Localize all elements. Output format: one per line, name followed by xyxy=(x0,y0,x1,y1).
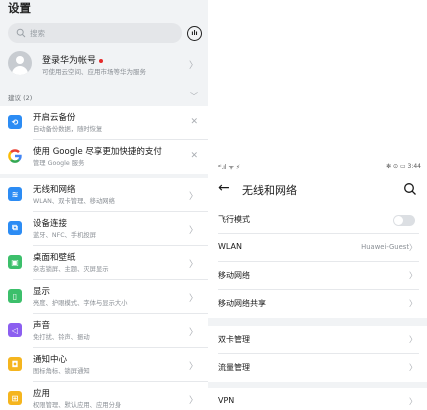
row-label: VPN xyxy=(218,396,235,405)
account-subtitle: 可使用云空间、应用市场等华为服务 xyxy=(42,68,146,76)
chevron-right-icon: 〉 xyxy=(188,362,198,372)
section-divider xyxy=(208,318,427,326)
signal-status: ᵃˡ.ıl ᯤ ⚡ xyxy=(218,164,241,171)
chevron-right-icon: 〉 xyxy=(409,271,417,280)
settings-item-subtitle: 权限管理、默认应用、应用分身 xyxy=(33,402,122,409)
settings-item-device-connect[interactable]: ⧉ 设备连接 蓝牙、NFC、手机投屏 〉 xyxy=(0,212,208,246)
suggestion-google[interactable]: 使用 Google 尽享更加快捷的支付 管理 Google 服务 ✕ xyxy=(0,140,208,174)
back-arrow-icon[interactable]: ← xyxy=(218,180,230,196)
settings-item-wallpaper[interactable]: ▣ 桌面和壁纸 杂志锁屏、主题、灭屏显示 〉 xyxy=(0,246,208,280)
cloud-backup-icon: ⟲ xyxy=(8,115,22,129)
chevron-right-icon: 〉 xyxy=(188,260,198,270)
wlan-network-name: Huawei-Guest xyxy=(361,243,409,251)
apps-icon: ⊞ xyxy=(8,391,22,405)
row-label: 流量管理 xyxy=(218,363,250,372)
settings-item-subtitle: 蓝牙、NFC、手机投屏 xyxy=(33,232,97,239)
suggestion-title: 开启云备份 xyxy=(33,113,76,123)
row-label: 移动网络 xyxy=(218,271,250,280)
vpn-row[interactable]: VPN 〉 xyxy=(208,388,427,410)
voice-assistant-icon[interactable]: ılı xyxy=(187,26,202,41)
suggestion-title: 使用 Google 尽享更加快捷的支付 xyxy=(33,147,162,157)
suggestions-label: 建议 (2) xyxy=(8,94,33,102)
account-login-row[interactable]: 登录华为帐号 可使用云空间、应用市场等华为服务 〉 xyxy=(0,47,208,83)
settings-item-title: 应用 xyxy=(33,389,51,399)
search-icon[interactable] xyxy=(403,182,417,196)
settings-item-title: 设备连接 xyxy=(33,219,68,229)
mobile-network-row[interactable]: 移动网络 〉 xyxy=(208,262,427,290)
settings-item-title: 通知中心 xyxy=(33,355,68,365)
chevron-right-icon: 〉 xyxy=(188,61,198,71)
device-connect-icon: ⧉ xyxy=(8,221,22,235)
wifi-icon: ≋ xyxy=(8,187,22,201)
suggestion-subtitle: 自动备份数据，随时恢复 xyxy=(33,126,103,133)
suggestions-card: ⟲ 开启云备份 自动备份数据，随时恢复 ✕ 使用 Google 尽享更加快捷的支… xyxy=(0,106,208,174)
page-title: 无线和网络 xyxy=(242,184,297,197)
chevron-right-icon: 〉 xyxy=(409,335,417,344)
account-title: 登录华为帐号 xyxy=(42,56,97,66)
search-icon xyxy=(16,28,26,38)
settings-item-subtitle: 亮度、护眼模式、字体与显示大小 xyxy=(33,300,128,307)
wireless-network-panel: ᵃˡ.ıl ᯤ ⚡ ✻ ⊙ ▭ 3:44 ← 无线和网络 飞行模式 WLAN H… xyxy=(208,0,427,410)
settings-item-subtitle: 免打扰、铃声、振动 xyxy=(33,334,90,341)
chevron-right-icon: 〉 xyxy=(188,294,198,304)
search-input[interactable]: 搜索 xyxy=(8,23,182,43)
airplane-mode-row[interactable]: 飞行模式 xyxy=(208,206,427,234)
airplane-mode-toggle[interactable] xyxy=(393,215,415,226)
settings-item-subtitle: WLAN、双卡管理、移动网络 xyxy=(33,198,115,205)
suggestion-cloud-backup[interactable]: ⟲ 开启云备份 自动备份数据，随时恢复 ✕ xyxy=(0,106,208,140)
wlan-row[interactable]: WLAN Huawei-Guest 〉 xyxy=(208,234,427,262)
settings-item-notification[interactable]: ◘ 通知中心 图标角标、锁屏通知 〉 xyxy=(0,348,208,382)
settings-item-title: 无线和网络 xyxy=(33,185,76,195)
settings-item-apps[interactable]: ⊞ 应用 权限管理、默认应用、应用分身 〉 xyxy=(0,382,208,410)
settings-item-display[interactable]: ▯ 显示 亮度、护眼模式、字体与显示大小 〉 xyxy=(0,280,208,314)
page-title: 设置 xyxy=(8,1,31,15)
settings-item-subtitle: 杂志锁屏、主题、灭屏显示 xyxy=(33,266,109,273)
chevron-right-icon: 〉 xyxy=(409,243,417,252)
row-label: 双卡管理 xyxy=(218,335,250,344)
settings-list: ≋ 无线和网络 WLAN、双卡管理、移动网络 〉 ⧉ 设备连接 蓝牙、NFC、手… xyxy=(0,178,208,410)
row-label: 飞行模式 xyxy=(218,215,250,224)
row-label: WLAN xyxy=(218,242,243,251)
app-bar: ← 无线和网络 xyxy=(208,178,427,202)
chevron-right-icon: 〉 xyxy=(188,226,198,236)
dismiss-icon[interactable]: ✕ xyxy=(190,117,198,127)
system-status: ✻ ⊙ ▭ 3:44 xyxy=(386,163,421,170)
chevron-right-icon: 〉 xyxy=(409,363,417,372)
chevron-right-icon: 〉 xyxy=(409,299,417,308)
suggestion-subtitle: 管理 Google 服务 xyxy=(33,160,85,167)
wallpaper-icon: ▣ xyxy=(8,255,22,269)
chevron-right-icon: 〉 xyxy=(188,396,198,406)
notification-icon: ◘ xyxy=(8,357,22,371)
tethering-row[interactable]: 移动网络共享 〉 xyxy=(208,290,427,318)
chevron-right-icon: 〉 xyxy=(409,397,417,406)
settings-item-wireless[interactable]: ≋ 无线和网络 WLAN、双卡管理、移动网络 〉 xyxy=(0,178,208,212)
notification-dot xyxy=(99,58,104,63)
settings-item-sound[interactable]: ◁ 声音 免打扰、铃声、振动 〉 xyxy=(0,314,208,348)
row-label: 移动网络共享 xyxy=(218,299,266,308)
settings-item-subtitle: 图标角标、锁屏通知 xyxy=(33,368,90,375)
settings-item-title: 桌面和壁纸 xyxy=(33,253,76,263)
settings-item-title: 声音 xyxy=(33,321,51,331)
dismiss-icon[interactable]: ✕ xyxy=(190,151,198,161)
dual-sim-row[interactable]: 双卡管理 〉 xyxy=(208,326,427,354)
google-icon xyxy=(8,149,22,163)
sound-icon: ◁ xyxy=(8,323,22,337)
chevron-right-icon: 〉 xyxy=(188,328,198,338)
search-placeholder: 搜索 xyxy=(30,28,45,38)
settings-main-panel: 设置 搜索 ılı 登录华为帐号 可使用云空间、应用市场等华为服务 〉 建议 (… xyxy=(0,0,208,410)
status-bar: ᵃˡ.ıl ᯤ ⚡ ✻ ⊙ ▭ 3:44 xyxy=(208,160,427,174)
avatar xyxy=(8,51,32,75)
display-icon: ▯ xyxy=(8,289,22,303)
data-usage-row[interactable]: 流量管理 〉 xyxy=(208,354,427,382)
settings-item-title: 显示 xyxy=(33,287,51,297)
chevron-right-icon: 〉 xyxy=(188,192,198,202)
collapse-chevron-icon[interactable]: ﹀ xyxy=(190,91,198,102)
